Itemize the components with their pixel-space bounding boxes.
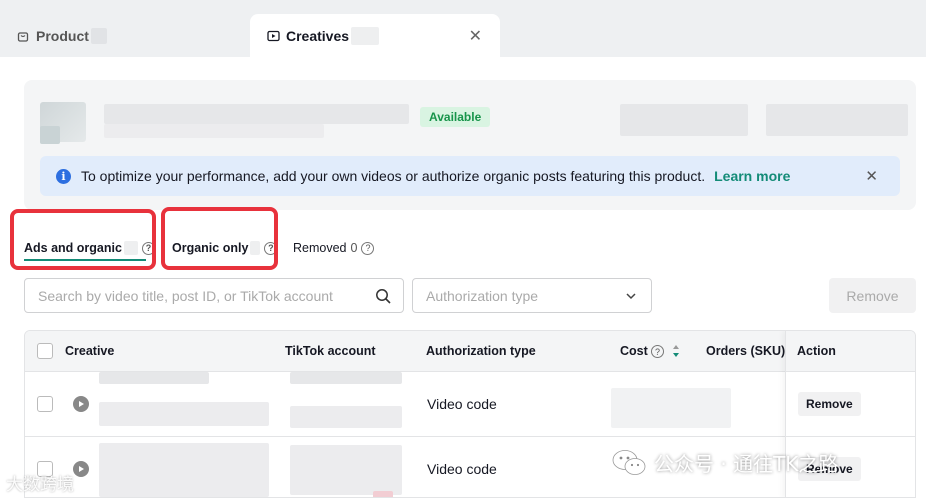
- redacted-account: [290, 372, 402, 384]
- help-icon[interactable]: ?: [651, 345, 664, 358]
- wechat-icon: [612, 449, 646, 475]
- authorization-type-cell: Video code: [427, 461, 497, 477]
- redacted-account: [290, 445, 402, 495]
- tab-product[interactable]: Product: [16, 14, 107, 58]
- watermark-text: 公众号 · 通往TK之路: [654, 452, 839, 476]
- play-icon[interactable]: [73, 396, 89, 412]
- info-icon: i: [56, 168, 71, 184]
- watermark: 大数跨境: [6, 470, 74, 495]
- column-creative: Creative: [65, 344, 115, 358]
- status-badge: Available: [420, 107, 491, 127]
- select-placeholder: Authorization type: [426, 287, 539, 304]
- tab-creatives[interactable]: Creatives ✕: [250, 14, 500, 58]
- column-tiktok-account: TikTok account: [285, 344, 376, 358]
- redacted-cost: [611, 388, 731, 428]
- redacted-metric: [766, 104, 908, 136]
- tab-strip: Product Creatives ✕: [0, 0, 926, 58]
- removed-count: 0: [350, 241, 358, 255]
- sort-icon[interactable]: [672, 343, 680, 359]
- tab-creatives-label: Creatives: [286, 28, 350, 44]
- watermark: 公众号 · 通往TK之路: [612, 448, 838, 477]
- redacted-metric: [620, 104, 748, 136]
- authorization-type-select[interactable]: Authorization type: [412, 278, 652, 313]
- play-icon[interactable]: [73, 461, 89, 477]
- authorization-type-cell: Video code: [427, 396, 497, 412]
- remove-button[interactable]: Remove: [829, 278, 916, 313]
- redacted-product-name: [104, 124, 324, 138]
- product-card: Available i To optimize your performance…: [24, 80, 916, 210]
- subtab-removed[interactable]: Removed 0 ?: [293, 235, 375, 261]
- learn-more-link[interactable]: Learn more: [714, 168, 790, 184]
- redacted-creative: [99, 443, 269, 497]
- redacted-count: [351, 27, 380, 45]
- subtab-label: Removed: [293, 241, 347, 255]
- notice-text: To optimize your performance, add your o…: [81, 168, 706, 184]
- highlight-box: [161, 207, 278, 270]
- highlight-box: [10, 209, 156, 270]
- row-checkbox[interactable]: [37, 396, 53, 412]
- info-notice: i To optimize your performance, add your…: [40, 156, 900, 196]
- search-input[interactable]: Search by video title, post ID, or TikTo…: [24, 278, 404, 313]
- redacted-creative: [99, 372, 209, 384]
- redacted-pixel: [40, 126, 60, 144]
- redacted-count: [90, 28, 107, 44]
- table-header: Creative TikTok account Authorization ty…: [25, 331, 915, 372]
- close-icon[interactable]: ✕: [865, 167, 878, 185]
- redacted-account: [290, 406, 402, 428]
- redacted-pixel: [373, 491, 393, 497]
- help-icon[interactable]: ?: [361, 241, 375, 255]
- video-icon: [266, 29, 280, 43]
- column-cost[interactable]: Cost: [620, 344, 648, 358]
- watermark-text: 大数跨境: [6, 475, 74, 495]
- search-placeholder: Search by video title, post ID, or TikTo…: [38, 287, 333, 304]
- column-authorization-type: Authorization type: [426, 344, 536, 358]
- chevron-down-icon: [625, 289, 637, 305]
- column-orders: Orders (SKU): [706, 344, 786, 358]
- tab-product-label: Product: [36, 28, 89, 44]
- select-all-checkbox[interactable]: [37, 343, 53, 359]
- redacted-creative: [99, 402, 269, 426]
- main-panel: Available i To optimize your performance…: [0, 57, 926, 498]
- bag-icon: [16, 29, 30, 43]
- close-icon[interactable]: ✕: [469, 26, 482, 46]
- table-row: Video code Remove: [25, 372, 915, 437]
- redacted-product-name: [104, 104, 409, 124]
- search-icon[interactable]: [375, 288, 391, 304]
